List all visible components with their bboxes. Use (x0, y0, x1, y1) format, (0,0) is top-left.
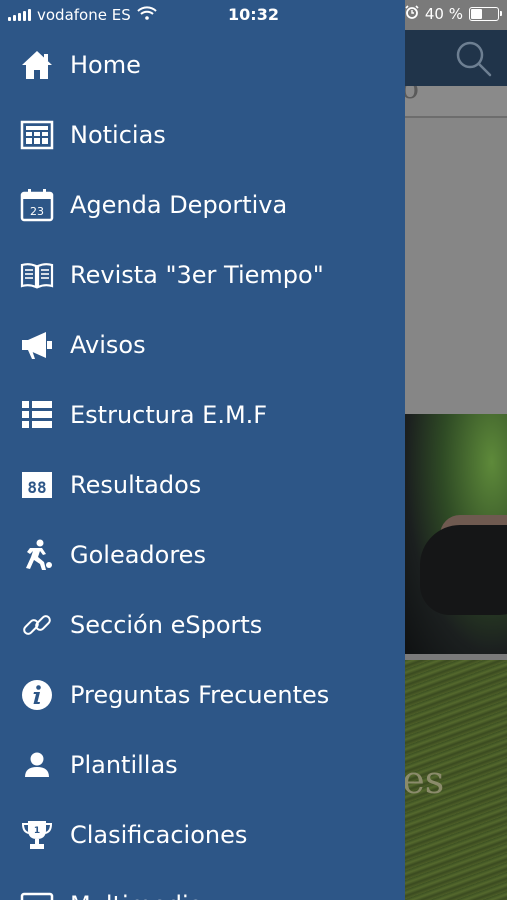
menu-item-resultados[interactable]: 88 Resultados (0, 450, 405, 520)
background-header-text: o" (405, 86, 507, 116)
svg-text:1: 1 (34, 826, 40, 836)
menu-item-revista[interactable]: Revista "3er Tiempo" (0, 240, 405, 310)
menu-item-plantillas[interactable]: Plantillas (0, 730, 405, 800)
menu-item-label: Preguntas Frecuentes (70, 681, 330, 709)
search-icon[interactable] (455, 40, 493, 78)
home-icon (20, 48, 54, 82)
menu-item-label: Resultados (70, 471, 202, 499)
menu-item-label: Multimedia (70, 891, 203, 900)
menu-item-label: Revista "3er Tiempo" (70, 261, 324, 289)
menu-item-label: Agenda Deportiva (70, 191, 288, 219)
trophy-icon: 1 (20, 818, 54, 852)
link-icon (20, 608, 54, 642)
menu-item-label: Sección eSports (70, 611, 263, 639)
newspaper-icon (20, 118, 54, 152)
menu-item-label: Goleadores (70, 541, 206, 569)
background-card (405, 118, 507, 414)
drawer-menu: Home Noticias 23 Agenda Deportiva Revist… (0, 30, 405, 900)
menu-item-avisos[interactable]: Avisos (0, 310, 405, 380)
menu-item-label: Avisos (70, 331, 146, 359)
kicker-icon (20, 538, 54, 572)
calendar-icon: 23 (20, 188, 54, 222)
scoreboard-icon: 88 (20, 468, 54, 502)
battery-icon (469, 7, 502, 21)
svg-text:23: 23 (30, 205, 44, 218)
menu-item-label: Noticias (70, 121, 166, 149)
background-card-title: tes (405, 758, 445, 802)
menu-item-seccion-esports[interactable]: Sección eSports (0, 590, 405, 660)
background-photo-controller (420, 525, 507, 615)
list-icon (20, 398, 54, 432)
media-icon (20, 888, 54, 900)
info-icon (20, 678, 54, 712)
alarm-icon (405, 5, 419, 23)
menu-item-preguntas-frecuentes[interactable]: Preguntas Frecuentes (0, 660, 405, 730)
menu-item-noticias[interactable]: Noticias (0, 100, 405, 170)
battery-percent: 40 % (424, 5, 463, 23)
menu-item-label: Clasificaciones (70, 821, 248, 849)
menu-item-agenda-deportiva[interactable]: 23 Agenda Deportiva (0, 170, 405, 240)
menu-item-goleadores[interactable]: Goleadores (0, 520, 405, 590)
menu-item-multimedia[interactable]: Multimedia (0, 870, 405, 900)
menu-item-clasificaciones[interactable]: 1 Clasificaciones (0, 800, 405, 870)
menu-item-label: Plantillas (70, 751, 178, 779)
svg-text:88: 88 (27, 478, 46, 497)
megaphone-icon (20, 328, 54, 362)
menu-item-label: Home (70, 51, 141, 79)
menu-item-home[interactable]: Home (0, 30, 405, 100)
menu-item-estructura[interactable]: Estructura E.M.F (0, 380, 405, 450)
book-icon (20, 258, 54, 292)
menu-item-label: Estructura E.M.F (70, 401, 268, 429)
navigation-drawer: Home Noticias 23 Agenda Deportiva Revist… (0, 0, 405, 900)
status-bar: vodafone ES 10:32 40 % (0, 0, 507, 30)
person-icon (20, 748, 54, 782)
